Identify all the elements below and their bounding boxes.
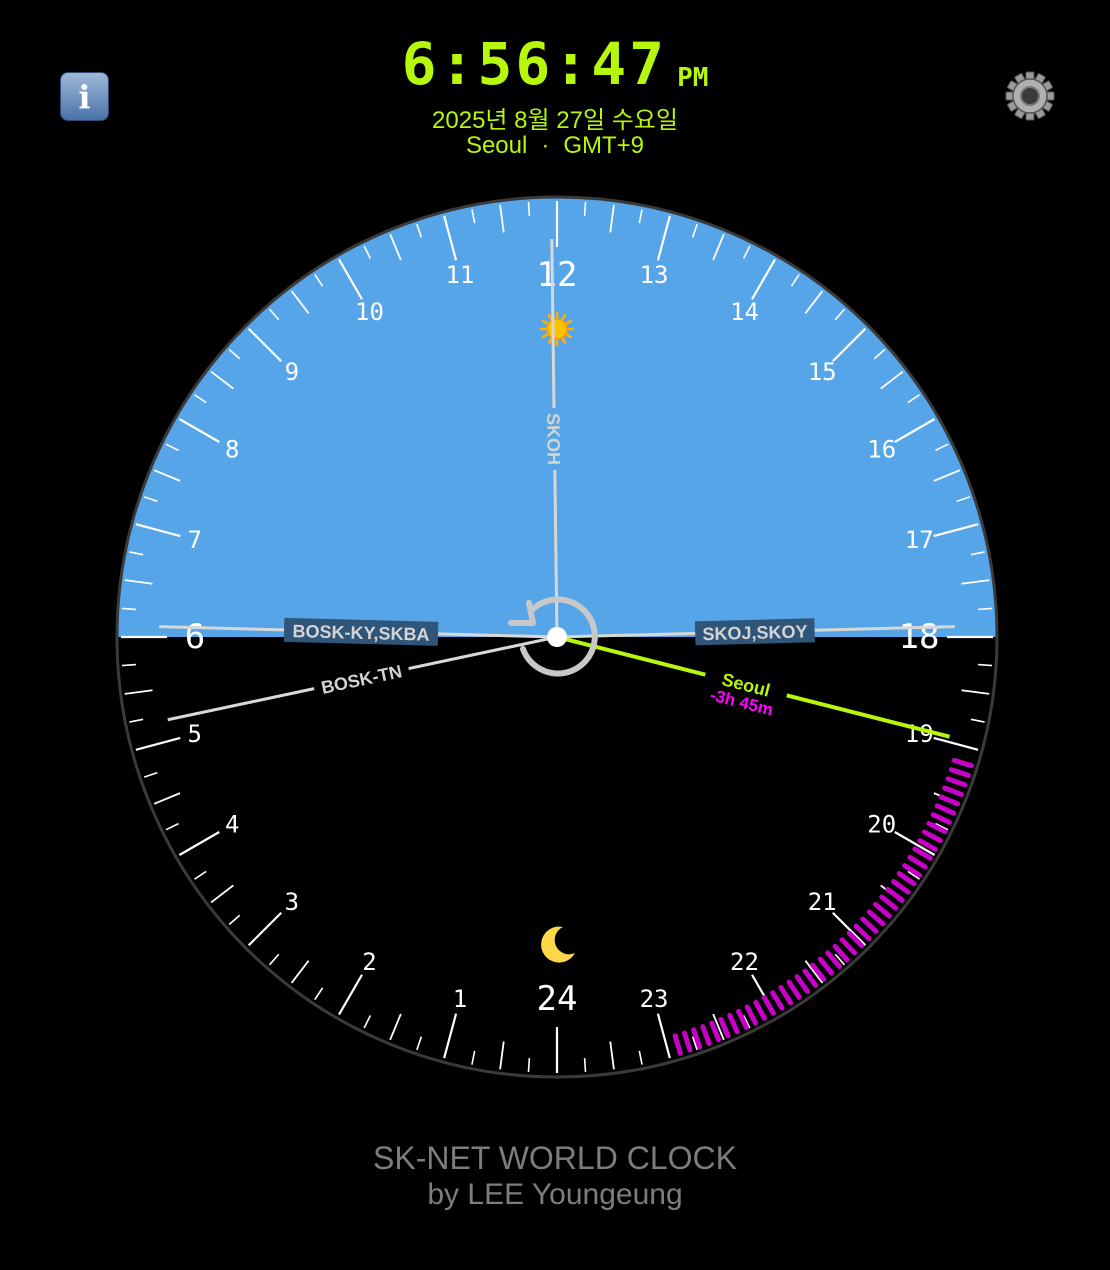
hand-label-group: SKOJ,SKOY: [694, 618, 815, 646]
hand-label-group: BOSK-KY,SKBA: [283, 617, 439, 646]
tick-mark: [527, 1058, 531, 1073]
hour-label: 14: [730, 298, 759, 326]
world-clock-dial[interactable]: 1234567891011 12 131415161718192021222324S…: [0, 0, 1110, 1270]
hour-label: 19: [905, 720, 934, 748]
hour-label: 18: [899, 617, 940, 657]
tick-mark: [583, 201, 587, 216]
hour-label: 12: [537, 255, 578, 295]
app-author: by LEE Youngeung: [427, 1178, 683, 1211]
hour-label: 16: [867, 436, 896, 464]
hour-label: 11: [445, 261, 474, 289]
hand-label: SKOH: [543, 413, 564, 465]
tick-mark: [121, 663, 136, 667]
hand-label: BOSK-KY,SKBA: [292, 621, 429, 645]
hour-label: 13: [640, 261, 669, 289]
hand-label-group: SKOH: [542, 407, 567, 471]
hand-label: SKOJ,SKOY: [702, 621, 808, 644]
hour-label: 24: [537, 979, 578, 1019]
tick-mark: [978, 663, 993, 667]
hour-label: 2: [362, 948, 376, 976]
dial-center-pin: [547, 627, 567, 647]
hour-label: 4: [225, 811, 239, 839]
hour-label: 1: [453, 985, 467, 1013]
tick-mark: [121, 607, 136, 611]
hour-label: 10: [355, 298, 384, 326]
sun-disc: [546, 318, 568, 340]
hour-label: 7: [188, 526, 202, 554]
hour-label: 9: [285, 358, 299, 386]
hour-label: 8: [225, 436, 239, 464]
tick-mark: [527, 201, 531, 216]
app-title: SK-NET WORLD CLOCK: [373, 1140, 737, 1176]
hour-label: 6: [185, 617, 205, 657]
hour-label: 17: [905, 526, 934, 554]
hour-label: 3: [285, 888, 299, 916]
hour-label: 23: [640, 985, 669, 1013]
tick-mark: [583, 1058, 587, 1073]
hour-label: 15: [808, 358, 837, 386]
hour-label: 20: [867, 811, 896, 839]
hour-label: 5: [188, 720, 202, 748]
hour-label: 21: [808, 888, 837, 916]
hour-label: 22: [730, 948, 759, 976]
tick-mark: [978, 607, 993, 611]
